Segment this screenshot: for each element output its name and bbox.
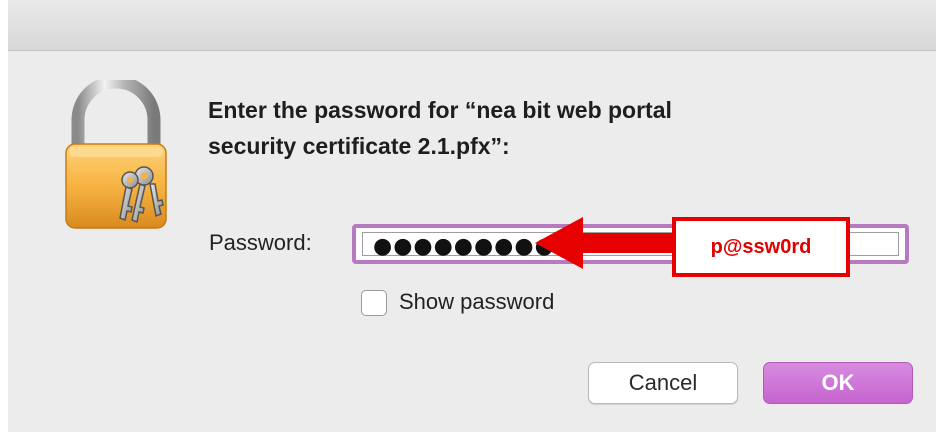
- password-masked-value: ●●●●●●●●●: [373, 234, 555, 259]
- keychain-lock-icon: [65, 80, 167, 229]
- red-arrow-left-icon: [535, 217, 676, 269]
- show-password-checkbox[interactable]: [361, 290, 387, 316]
- show-password-label[interactable]: Show password: [399, 289, 554, 315]
- password-dialog: Enter the password for “nea bit web port…: [0, 0, 936, 432]
- cancel-button[interactable]: Cancel: [588, 362, 738, 404]
- window-titlebar[interactable]: [8, 0, 936, 51]
- ok-button[interactable]: OK: [763, 362, 913, 404]
- password-label: Password:: [209, 230, 312, 255]
- password-annotation: p@ssw0rd: [672, 217, 850, 277]
- prompt-line-1: Enter the password for “nea bit web port…: [208, 97, 672, 123]
- prompt-line-2: security certificate 2.1.pfx”:: [208, 133, 510, 159]
- dialog-prompt: Enter the password for “nea bit web port…: [208, 92, 908, 164]
